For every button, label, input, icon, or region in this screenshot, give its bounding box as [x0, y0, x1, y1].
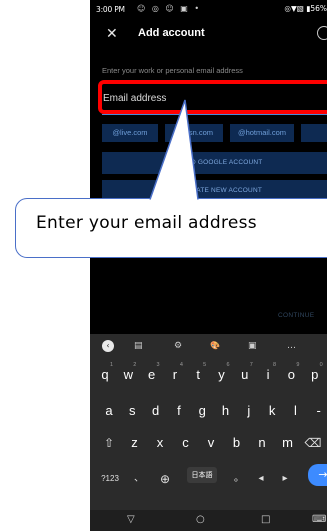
status-time: 3:00 PM: [96, 5, 125, 14]
key-f[interactable]: f: [168, 396, 190, 424]
key-h[interactable]: h: [215, 396, 237, 424]
key-alt-number: 3: [156, 362, 160, 368]
key-i[interactable]: i8: [257, 360, 279, 388]
key-label: e: [147, 367, 156, 382]
keyboard-row-1: q1w2e3r4t5y6u7i8o9p0: [90, 360, 327, 388]
key-d[interactable]: d: [145, 396, 167, 424]
key-l[interactable]: l: [284, 396, 306, 424]
key-alt-number: 1: [109, 362, 113, 368]
notification-icons: ☺ ◎ ☺ ▣ •: [137, 4, 202, 13]
key-label: p: [311, 367, 319, 382]
key-alt-number: 9: [296, 362, 300, 368]
key-g[interactable]: g: [191, 396, 213, 424]
key-label: r: [172, 367, 178, 382]
key-label: w: [123, 367, 133, 382]
key-t[interactable]: t5: [187, 360, 209, 388]
language-key[interactable]: 日本語: [187, 467, 217, 483]
key-alt-number: 6: [226, 362, 230, 368]
domain-chip-live[interactable]: @live.com: [102, 124, 158, 142]
key-label: u: [241, 367, 249, 382]
email-field-highlight: [98, 80, 327, 114]
add-google-account-button[interactable]: ADD GOOGLE ACCOUNT: [102, 152, 327, 174]
key-alt-number: 0: [319, 362, 323, 368]
system-status-icons: ◎▼▧ ▮56%: [284, 4, 327, 13]
key-alt-number: 5: [203, 362, 207, 368]
navigation-bar: ▽ ○ □ ⌨: [90, 510, 327, 531]
key-w[interactable]: w2: [117, 360, 139, 388]
backspace-key[interactable]: ⌫: [302, 428, 324, 456]
key-q[interactable]: q1: [94, 360, 116, 388]
key-label: y: [218, 367, 225, 382]
period-key[interactable]: 。: [228, 464, 250, 492]
home-icon[interactable]: ○: [196, 513, 205, 527]
keyboard-row-2: asdfghjkl-: [90, 396, 327, 424]
key-o[interactable]: o9: [280, 360, 302, 388]
back-icon[interactable]: ▽: [127, 513, 135, 527]
soft-keyboard: ‹ ▤ ⚙ 🎨 ▣ … q1w2e3r4t5y6u7i8o9p0 asdfghj…: [90, 334, 327, 510]
key-a[interactable]: a: [98, 396, 120, 424]
close-icon[interactable]: ✕: [106, 25, 118, 43]
help-icon[interactable]: [317, 26, 327, 40]
key-label: t: [196, 367, 200, 382]
phone-screen: 3:00 PM ☺ ◎ ☺ ▣ • ◎▼▧ ▮56% ✕ Add account…: [90, 0, 327, 531]
key-dash[interactable]: -: [308, 396, 327, 424]
page-title: Add account: [138, 27, 205, 39]
key-e[interactable]: e3: [141, 360, 163, 388]
key-z[interactable]: z: [124, 428, 146, 456]
domain-chip-more[interactable]: [301, 124, 327, 142]
key-s[interactable]: s: [121, 396, 143, 424]
key-c[interactable]: c: [175, 428, 197, 456]
key-p[interactable]: p0: [304, 360, 326, 388]
settings-icon[interactable]: ⚙: [174, 341, 182, 351]
symbols-key[interactable]: ?123: [96, 464, 124, 492]
keyboard-row-4: ?123 、 ⊕ 日本語 。 ◂ ▸ →: [90, 464, 327, 492]
key-j[interactable]: j: [238, 396, 260, 424]
callout-bubble: Enter your email address: [15, 198, 327, 258]
cursor-right-key[interactable]: ▸: [274, 464, 296, 492]
more-options-icon[interactable]: …: [287, 341, 296, 351]
keyboard-collapse-icon[interactable]: ‹: [102, 340, 114, 352]
key-x[interactable]: x: [149, 428, 171, 456]
cursor-left-key[interactable]: ◂: [250, 464, 272, 492]
key-label: q: [101, 367, 109, 382]
keyboard-row-3: ⇧ z x c v b n m ⌫: [90, 428, 327, 456]
key-k[interactable]: k: [261, 396, 283, 424]
app-header: ✕ Add account: [90, 20, 327, 50]
theme-icon[interactable]: 🎨: [210, 341, 220, 350]
keyboard-switch-icon[interactable]: ⌨: [312, 513, 326, 527]
globe-icon[interactable]: ⊕: [154, 464, 176, 492]
domain-chip-hotmail[interactable]: @hotmail.com: [230, 124, 294, 142]
continue-button[interactable]: CONTINUE: [278, 312, 314, 319]
recents-icon[interactable]: □: [261, 513, 270, 527]
key-label: o: [287, 367, 295, 382]
key-alt-number: 2: [133, 362, 137, 368]
key-alt-number: 8: [273, 362, 277, 368]
shift-key[interactable]: ⇧: [98, 428, 120, 456]
key-label: i: [266, 367, 270, 382]
domain-chip-msn[interactable]: @msn.com: [165, 124, 223, 142]
status-bar: 3:00 PM ☺ ◎ ☺ ▣ • ◎▼▧ ▮56%: [90, 0, 327, 20]
email-field-underline: [102, 114, 327, 115]
comma-key[interactable]: 、: [128, 464, 150, 492]
callout-text: Enter your email address: [36, 213, 257, 233]
screen-mode-icon[interactable]: ▣: [248, 341, 257, 351]
key-m[interactable]: m: [277, 428, 299, 456]
key-v[interactable]: v: [200, 428, 222, 456]
key-r[interactable]: r4: [164, 360, 186, 388]
key-n[interactable]: n: [251, 428, 273, 456]
clipboard-icon[interactable]: ▤: [134, 341, 143, 351]
key-y[interactable]: y6: [211, 360, 233, 388]
key-alt-number: 4: [179, 362, 183, 368]
keyboard-toolbar: ‹ ▤ ⚙ 🎨 ▣ …: [90, 334, 327, 360]
enter-key[interactable]: →: [308, 464, 327, 486]
email-prompt-label: Enter your work or personal email addres…: [102, 66, 243, 75]
key-b[interactable]: b: [226, 428, 248, 456]
key-u[interactable]: u7: [234, 360, 256, 388]
key-alt-number: 7: [249, 362, 253, 368]
screenshot-root: 3:00 PM ☺ ◎ ☺ ▣ • ◎▼▧ ▮56% ✕ Add account…: [0, 0, 327, 531]
